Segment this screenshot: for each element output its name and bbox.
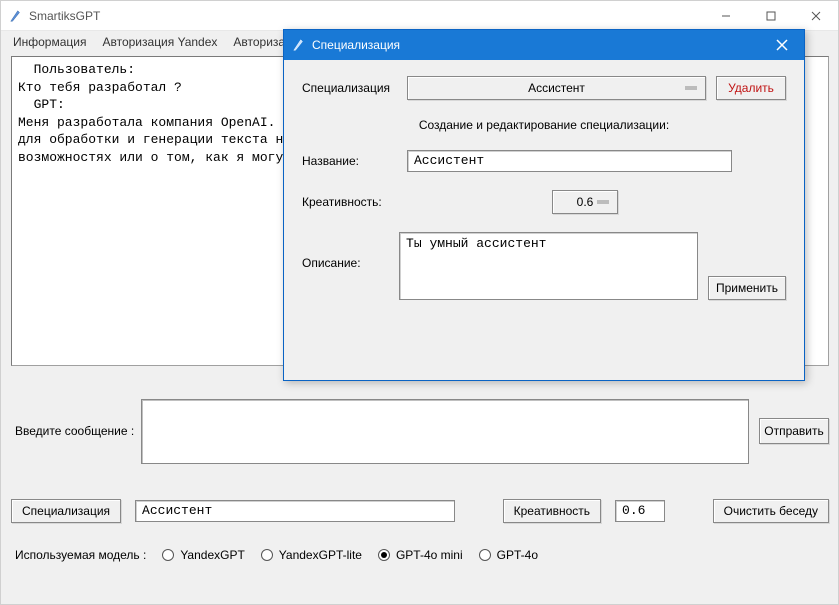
radio-yandexgpt-lite[interactable]: YandexGPT-lite (261, 548, 362, 562)
radio-label: YandexGPT (180, 548, 244, 562)
dialog-apply-button[interactable]: Применить (708, 276, 786, 300)
dialog-body: Специализация Ассистент Удалить Создание… (284, 60, 804, 380)
message-row: Введите сообщение : Отправить (11, 396, 829, 466)
model-row: Используемая модель : YandexGPT YandexGP… (11, 543, 829, 567)
radio-gpt4o-mini[interactable]: GPT-4o mini (378, 548, 463, 562)
specialization-dialog: Специализация Специализация Ассистент Уд… (283, 29, 805, 381)
creativity-display[interactable]: 0.6 (615, 500, 665, 522)
dropdown-indicator-icon (597, 201, 609, 204)
model-label: Используемая модель : (11, 548, 146, 562)
dropdown-indicator-icon (685, 87, 697, 90)
specialization-display[interactable]: Ассистент (135, 500, 455, 522)
close-button[interactable] (793, 1, 838, 31)
radio-label: GPT-4o mini (396, 548, 463, 562)
dialog-title: Специализация (312, 38, 400, 52)
send-button[interactable]: Отправить (759, 418, 829, 444)
message-label: Введите сообщение : (11, 424, 141, 438)
menu-auth-yandex[interactable]: Авторизация Yandex (94, 33, 225, 51)
dialog-titlebar[interactable]: Специализация (284, 30, 804, 60)
menu-info[interactable]: Информация (5, 33, 94, 51)
titlebar: SmartiksGPT (1, 1, 838, 31)
window-title: SmartiksGPT (29, 9, 100, 23)
dialog-creativity-select[interactable]: 0.6 (552, 190, 618, 214)
controls-row: Специализация Ассистент Креативность 0.6… (11, 496, 829, 526)
dialog-spec-selected: Ассистент (528, 81, 585, 95)
dialog-spec-label: Специализация (302, 81, 397, 95)
dialog-creativity-value: 0.6 (577, 195, 594, 209)
dialog-icon (292, 38, 306, 52)
clear-chat-button[interactable]: Очистить беседу (713, 499, 829, 523)
radio-label: GPT-4o (497, 548, 538, 562)
dialog-desc-label: Описание: (302, 232, 389, 270)
minimize-button[interactable] (703, 1, 748, 31)
dialog-spec-select[interactable]: Ассистент (407, 76, 706, 100)
radio-gpt4o[interactable]: GPT-4o (479, 548, 538, 562)
dialog-close-button[interactable] (760, 30, 804, 60)
dialog-creativity-label: Креативность: (302, 195, 397, 209)
dialog-name-input[interactable]: Ассистент (407, 150, 732, 172)
message-input[interactable] (141, 399, 749, 464)
radio-yandexgpt[interactable]: YandexGPT (162, 548, 244, 562)
dialog-desc-input[interactable]: Ты умный ассистент (399, 232, 698, 300)
creativity-button[interactable]: Креативность (503, 499, 601, 523)
radio-label: YandexGPT-lite (279, 548, 362, 562)
app-icon (9, 9, 23, 23)
dialog-subtitle: Создание и редактирование специализации: (302, 118, 786, 132)
maximize-button[interactable] (748, 1, 793, 31)
dialog-name-label: Название: (302, 154, 397, 168)
specialization-button[interactable]: Специализация (11, 499, 121, 523)
dialog-delete-button[interactable]: Удалить (716, 76, 786, 100)
main-window: SmartiksGPT Информация Авторизация Yande… (0, 0, 839, 605)
